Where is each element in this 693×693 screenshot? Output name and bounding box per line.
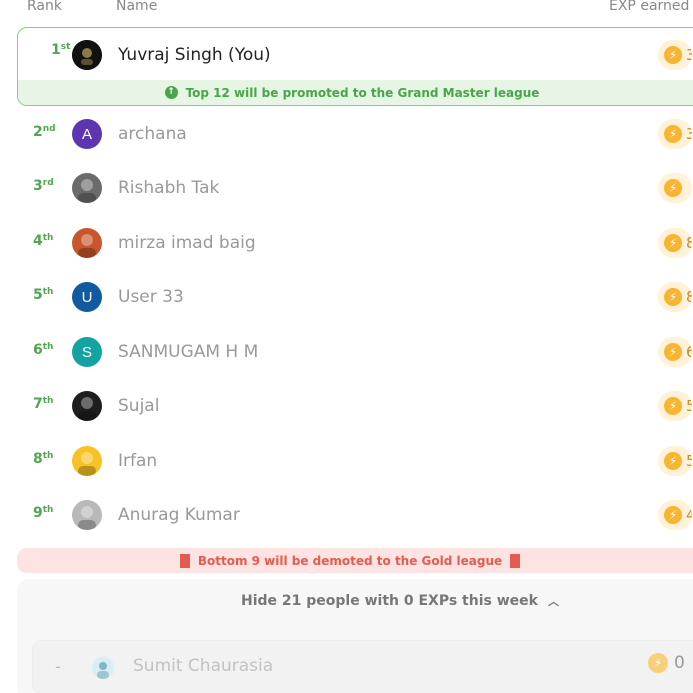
xp-badge: ⚡ 8 — [658, 282, 692, 312]
current-user-row[interactable]: 1st Yuvraj Singh (You) ⚡ 3 ↑ Top 12 will… — [17, 27, 693, 106]
user-name: Sumit Chaurasia — [133, 656, 274, 676]
avatar — [72, 391, 102, 421]
lightning-icon: ⚡ — [664, 125, 682, 143]
user-name: User 33 — [118, 287, 184, 307]
rank-label: 2nd — [33, 124, 56, 140]
avatar: S — [72, 337, 102, 367]
zero-exp-row[interactable]: - Sumit Chaurasia ⚡ 0 — [32, 640, 693, 693]
chevron-up-icon: ︿ — [547, 595, 559, 608]
rank-label: 4th — [33, 233, 54, 249]
user-name: Rishabh Tak — [118, 178, 220, 198]
xp-badge: ⚡ 4 — [658, 500, 692, 530]
leaderboard-row[interactable]: 8th Irfan ⚡ 5 — [0, 434, 693, 488]
rank-label: 7th — [33, 396, 54, 412]
avatar — [72, 446, 102, 476]
user-name: Sujal — [118, 396, 160, 416]
xp-badge: ⚡ 5 — [658, 391, 692, 421]
lightning-icon: ⚡ — [664, 452, 682, 470]
xp-badge: ⚡ 8 — [658, 228, 692, 258]
lightning-icon: ⚡ — [664, 397, 682, 415]
hide-zero-exp-toggle[interactable]: Hide 21 people with 0 EXPs this week ︿ — [241, 593, 559, 609]
user-name: mirza imad baig — [118, 233, 256, 253]
arrow-down-circle-icon: ↓ — [179, 553, 190, 568]
xp-badge: ⚡ 3 — [658, 119, 692, 149]
rank-label: 3rd — [33, 178, 54, 194]
leaderboard-header: Rank Name EXP earned — [0, 0, 693, 22]
avatar: A — [72, 119, 102, 149]
lightning-icon: ⚡ — [664, 506, 682, 524]
user-name: SANMUGAM H M — [118, 342, 259, 362]
user-photo-icon — [78, 179, 96, 203]
rank-label: 1st — [51, 42, 71, 58]
xp-badge: ⚡ 5 — [658, 446, 692, 476]
avatar: U — [72, 282, 102, 312]
lightning-icon: ⚡ — [664, 179, 682, 197]
user-photo-icon — [72, 40, 102, 70]
leaderboard-row[interactable]: 7th Sujal ⚡ 5 — [0, 379, 693, 433]
leaderboard-row[interactable]: 2nd Aarchana ⚡ 3 — [0, 107, 693, 161]
user-photo-icon — [78, 506, 96, 530]
rank-label: 8th — [33, 451, 54, 467]
xp-badge: ⚡ — [658, 173, 692, 203]
avatar — [72, 173, 102, 203]
arrow-up-circle-icon: ↑ — [164, 86, 178, 99]
leaderboard-row[interactable]: 6th S SANMUGAM H M ⚡ 6 — [0, 325, 693, 379]
avatar — [92, 657, 114, 679]
name-column-header: Name — [116, 0, 158, 14]
arrow-down-circle-icon: ↓ — [510, 553, 521, 568]
exp-column-header: EXP earned — [609, 0, 690, 14]
lightning-icon: ⚡ — [648, 653, 668, 673]
leaderboard-row[interactable]: 9th Anurag Kumar ⚡ 4 — [0, 488, 693, 542]
zero-exp-panel: Hide 21 people with 0 EXPs this week ︿ -… — [17, 579, 693, 693]
user-name: archana — [118, 124, 187, 144]
lightning-icon: ⚡ — [664, 288, 682, 306]
promotion-banner: ↑ Top 12 will be promoted to the Grand M… — [18, 80, 693, 105]
leaderboard-row[interactable]: 5th U User 33 ⚡ 8 — [0, 270, 693, 324]
rank-column-header: Rank — [27, 0, 62, 14]
user-photo-icon — [92, 657, 114, 679]
rank-label: 9th — [33, 505, 54, 521]
lightning-icon: ⚡ — [664, 46, 682, 64]
avatar — [72, 40, 102, 70]
xp-badge: ⚡ 6 — [658, 337, 692, 367]
lightning-icon: ⚡ — [664, 343, 682, 361]
user-name: Irfan — [118, 451, 158, 471]
user-name: Yuvraj Singh (You) — [118, 45, 271, 65]
user-photo-icon — [78, 452, 96, 476]
leaderboard-row[interactable]: 3rd Rishabh Tak ⚡ — [0, 161, 693, 215]
user-photo-icon — [78, 397, 96, 421]
lightning-icon: ⚡ — [664, 234, 682, 252]
rank-label: 5th — [33, 287, 54, 303]
rank-label: 6th — [33, 342, 54, 358]
rank-label: - — [55, 657, 61, 676]
avatar — [72, 500, 102, 530]
demotion-banner: ↓ Bottom 9 will be demoted to the Gold l… — [17, 548, 693, 573]
leaderboard-row[interactable]: 4th mirza imad baig ⚡ 8 — [0, 216, 693, 270]
xp-badge: ⚡ 3 — [658, 40, 692, 70]
xp-badge: ⚡ 0 — [648, 653, 685, 673]
user-name: Anurag Kumar — [118, 505, 240, 525]
user-photo-icon — [78, 234, 96, 258]
avatar — [72, 228, 102, 258]
